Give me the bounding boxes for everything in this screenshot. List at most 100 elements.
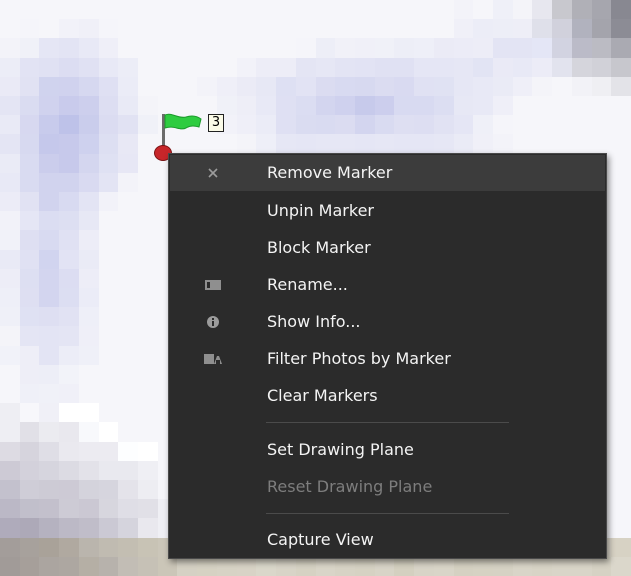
map-tile-pixel bbox=[295, 19, 316, 39]
map-tile-pixel bbox=[414, 57, 434, 77]
map-tile-pixel bbox=[0, 345, 20, 365]
map-tile-pixel bbox=[39, 249, 60, 269]
map-tile-pixel bbox=[216, 57, 237, 77]
map-tile-pixel bbox=[532, 96, 553, 116]
map-tile-pixel bbox=[19, 460, 40, 480]
map-tile-pixel bbox=[0, 364, 20, 384]
map-tile-pixel bbox=[78, 556, 99, 576]
map-tile-pixel bbox=[98, 57, 119, 77]
map-tile-pixel bbox=[19, 345, 40, 365]
menu-item-set-drawing-plane[interactable]: Set Drawing Plane bbox=[170, 432, 605, 468]
menu-item-show-info[interactable]: Show Info... bbox=[170, 304, 605, 340]
map-tile-pixel bbox=[0, 480, 20, 500]
menu-item-rename[interactable]: Rename... bbox=[170, 267, 605, 303]
map-tile-pixel bbox=[59, 326, 79, 346]
map-tile-pixel bbox=[552, 76, 572, 96]
menu-item-filter-photos[interactable]: Filter Photos by Marker bbox=[170, 341, 605, 377]
map-tile-pixel bbox=[59, 499, 79, 519]
map-tile-pixel bbox=[138, 345, 158, 365]
map-tile-pixel bbox=[591, 38, 612, 58]
map-tile-pixel bbox=[611, 192, 631, 212]
map-tile-pixel bbox=[78, 134, 99, 154]
map-tile-pixel bbox=[59, 537, 79, 557]
map-tile-pixel bbox=[611, 172, 631, 192]
map-tile-pixel bbox=[295, 38, 316, 58]
map-tile-pixel bbox=[59, 192, 79, 212]
map-tile-pixel bbox=[19, 384, 40, 404]
map-tile-pixel bbox=[374, 134, 395, 154]
menu-item-label: Show Info... bbox=[267, 312, 361, 331]
map-tile-pixel bbox=[433, 19, 454, 39]
map-tile-pixel bbox=[0, 134, 20, 154]
menu-item-unpin-marker[interactable]: Unpin Marker bbox=[170, 193, 605, 229]
map-tile-pixel bbox=[394, 134, 415, 154]
menu-item-clear-markers[interactable]: Clear Markers bbox=[170, 378, 605, 414]
map-tile-pixel bbox=[571, 556, 592, 576]
map-tile-pixel bbox=[335, 0, 355, 20]
map-tile-pixel bbox=[59, 19, 79, 39]
menu-item-remove-marker[interactable]: Remove Marker bbox=[170, 155, 605, 191]
map-tile-pixel bbox=[19, 134, 40, 154]
menu-item-label: Reset Drawing Plane bbox=[267, 477, 433, 496]
map-tile-pixel bbox=[354, 134, 375, 154]
map-tile-pixel bbox=[611, 537, 631, 557]
map-tile-pixel bbox=[216, 0, 237, 20]
menu-item-label: Capture View bbox=[267, 530, 374, 549]
map-tile-pixel bbox=[374, 57, 395, 77]
map-tile-pixel bbox=[19, 288, 40, 308]
map-tile-pixel bbox=[59, 422, 79, 442]
map-tile-pixel bbox=[611, 19, 631, 39]
map-view[interactable]: 3 Remove Marker Unpin Marker Block Marke… bbox=[0, 0, 631, 576]
map-tile-pixel bbox=[19, 153, 40, 173]
map-tile-pixel bbox=[335, 76, 355, 96]
map-tile-pixel bbox=[98, 172, 119, 192]
map-tile-pixel bbox=[138, 172, 158, 192]
map-tile-pixel bbox=[98, 460, 119, 480]
map-tile-pixel bbox=[256, 76, 277, 96]
map-tile-pixel bbox=[433, 115, 454, 135]
map-tile-pixel bbox=[374, 0, 395, 20]
map-tile-pixel bbox=[78, 422, 99, 442]
map-tile-pixel bbox=[512, 76, 533, 96]
map-tile-pixel bbox=[138, 57, 158, 77]
map-tile-pixel bbox=[611, 556, 631, 576]
map-tile-pixel bbox=[39, 460, 60, 480]
map-tile-pixel bbox=[315, 556, 336, 576]
map-tile-pixel bbox=[433, 556, 454, 576]
map-tile-pixel bbox=[611, 115, 631, 135]
map-tile-pixel bbox=[138, 384, 158, 404]
map-tile-pixel bbox=[78, 403, 99, 423]
map-tile-pixel bbox=[571, 115, 592, 135]
map-tile-pixel bbox=[98, 556, 119, 576]
map-tile-pixel bbox=[98, 249, 119, 269]
map-tile-pixel bbox=[414, 76, 434, 96]
map-tile-pixel bbox=[39, 537, 60, 557]
map-tile-pixel bbox=[295, 115, 316, 135]
map-tile-pixel bbox=[59, 76, 79, 96]
map-tile-pixel bbox=[59, 134, 79, 154]
map-tile-pixel bbox=[512, 134, 533, 154]
map-tile-pixel bbox=[197, 57, 217, 77]
map-tile-pixel bbox=[19, 537, 40, 557]
map-tile-pixel bbox=[59, 460, 79, 480]
map-tile-pixel bbox=[611, 230, 631, 250]
map-tile-pixel bbox=[118, 403, 139, 423]
map-tile-pixel bbox=[216, 76, 237, 96]
map-tile-pixel bbox=[394, 38, 415, 58]
map-tile-pixel bbox=[354, 115, 375, 135]
map-tile-pixel bbox=[197, 0, 217, 20]
map-tile-pixel bbox=[59, 211, 79, 231]
map-tile-pixel bbox=[374, 38, 395, 58]
map-tile-pixel bbox=[216, 38, 237, 58]
map-tile-pixel bbox=[433, 0, 454, 20]
map-tile-pixel bbox=[0, 403, 20, 423]
map-tile-pixel bbox=[295, 96, 316, 116]
map-tile-pixel bbox=[197, 19, 217, 39]
menu-item-block-marker[interactable]: Block Marker bbox=[170, 230, 605, 266]
map-tile-pixel bbox=[0, 556, 20, 576]
map-tile-pixel bbox=[78, 153, 99, 173]
map-tile-pixel bbox=[19, 556, 40, 576]
menu-item-capture-view[interactable]: Capture View bbox=[170, 522, 605, 558]
map-tile-pixel bbox=[0, 460, 20, 480]
map-tile-pixel bbox=[315, 0, 336, 20]
